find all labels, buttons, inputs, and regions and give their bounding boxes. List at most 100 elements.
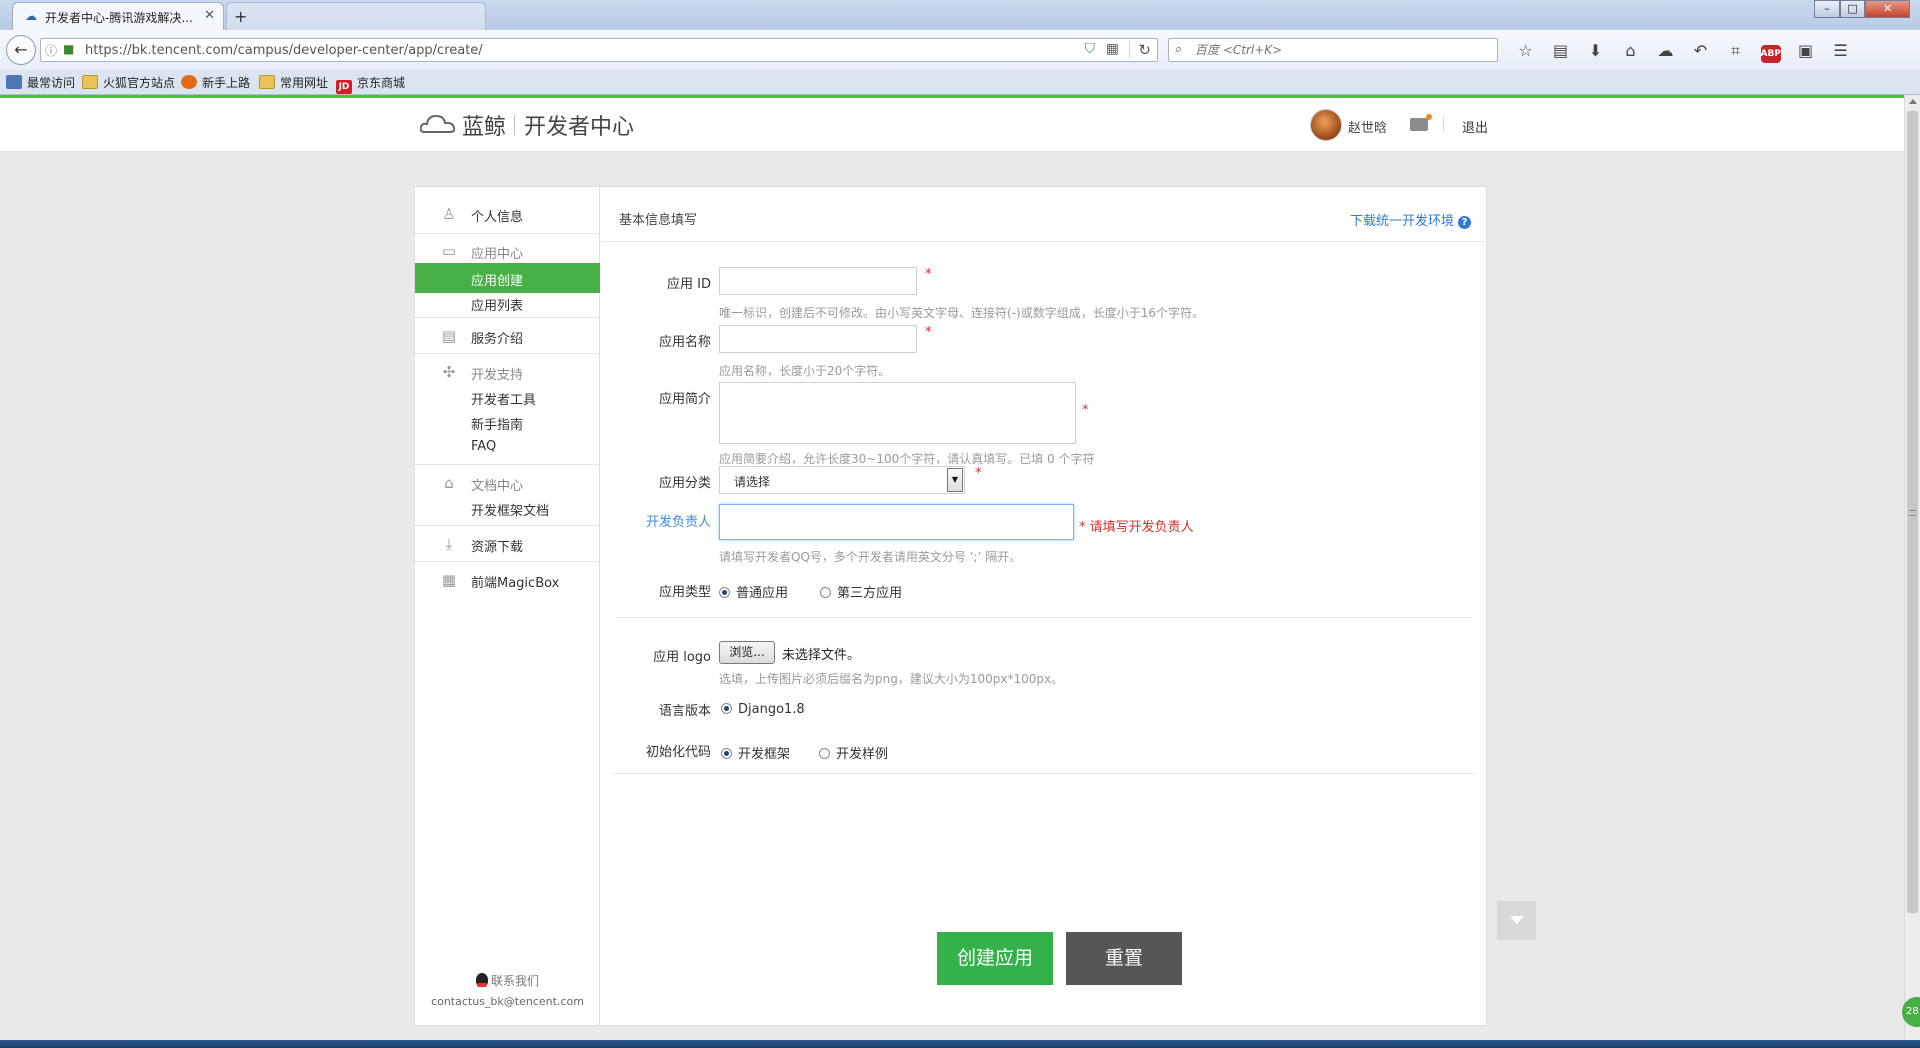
shop-icon: ⌂ [444,474,454,492]
divider [615,617,1473,618]
new-tab-icon[interactable]: + [234,7,247,26]
bookmark-firefox-site[interactable]: 火狐官方站点 [82,74,175,92]
app-intro-label: 应用简介 [658,392,711,407]
app-id-input[interactable] [719,267,917,295]
sidebar-item-app-list[interactable]: 应用列表 [415,288,600,318]
bookmark-most-visited[interactable]: 最常访问 [6,74,75,92]
reload-icon[interactable]: ↻ [1129,41,1151,59]
form-content: 基本信息填写 下载统一开发环境? 应用 ID * 唯一标识，创建后不可修改。由小… [601,187,1487,1025]
app-category-selected: 请选择 [734,475,771,489]
close-icon[interactable]: ✕ [204,8,215,23]
page: 蓝鲸 开发者中心 赵世晗 退出 ♙ 个人信息 ▭ 应用中心 应用创建 应用列表 … [0,95,1904,1048]
home-icon[interactable]: ⌂ [1613,41,1648,61]
app-category-label: 应用分类 [658,476,711,491]
download-dev-env-link[interactable]: 下载统一开发环境? [1350,210,1471,229]
minimize-icon[interactable]: – [1814,0,1840,18]
sidebar-item-faq[interactable]: FAQ [415,432,600,462]
app-logo-label: 应用 logo [653,650,711,665]
sidebar-item-resource-download[interactable]: ⤓ 资源下载 [415,529,600,559]
sidebar-item-framework-doc[interactable]: 开发框架文档 [415,493,600,523]
cloud-icon: ☁ [25,9,37,23]
required-mark: * [925,325,932,340]
info-icon[interactable]: ⓘ [45,42,61,59]
bookmark-common-sites[interactable]: 常用网址 [259,74,328,92]
chat-icon[interactable]: ☁ [1648,41,1683,61]
page-scrollbar[interactable] [1904,95,1920,1048]
logout-link[interactable]: 退出 [1462,117,1488,136]
user-name[interactable]: 赵世晗 [1348,117,1387,136]
sidebar-item-personal-info[interactable]: ♙ 个人信息 [415,199,600,229]
url-bar[interactable]: ⓘ ■ https://bk.tencent.com/campus/develo… [40,38,1158,62]
qr-code-icon[interactable]: ▦ [1106,41,1119,57]
bookmark-beginner[interactable]: 新手上路 [181,74,250,92]
help-icon[interactable]: ? [1458,216,1471,229]
browse-file-button[interactable]: 浏览... [719,641,775,664]
sidebar-group-dev-support: ✣ 开发支持 开发者工具 新手指南 FAQ [415,354,600,465]
search-bar[interactable]: ⌕ [1168,38,1498,62]
divider [613,773,1475,774]
scroll-up-arrow-icon[interactable] [1909,99,1917,104]
scroll-down-button[interactable] [1497,901,1536,940]
create-app-button[interactable]: 创建应用 [937,932,1053,985]
sidebar-item-service-intro[interactable]: ▤ 服务介绍 [415,321,600,351]
tab-inactive[interactable] [226,2,486,30]
screenshot-icon[interactable]: ▣ [1788,41,1823,61]
main-panel: ♙ 个人信息 ▭ 应用中心 应用创建 应用列表 ▤ 服务介绍 ✣ 开发支持 开发… [414,186,1487,1026]
developer-input[interactable] [719,504,1074,540]
chevron-down-icon[interactable]: ▼ [947,468,963,492]
undo-icon[interactable]: ↶ [1683,41,1718,61]
init-code-label: 初始化代码 [645,745,711,760]
content-header: 基本信息填写 下载统一开发环境? [601,187,1487,242]
developer-label: 开发负责人 [645,515,711,530]
bookmark-jd[interactable]: JD 京东商城 [336,74,405,94]
app-intro-textarea[interactable] [719,382,1076,444]
reset-button[interactable]: 重置 [1066,932,1182,985]
sidebar-group-service: ▤ 服务介绍 [415,318,600,354]
mail-icon[interactable] [1410,114,1432,131]
avatar[interactable] [1310,109,1342,141]
back-arrow-icon[interactable]: ← [6,35,36,65]
search-input[interactable] [1195,42,1485,58]
navigation-bar: ← ⓘ ■ https://bk.tencent.com/campus/deve… [0,30,1920,70]
app-id-hint: 唯一标识，创建后不可修改。由小写英文字母、连接符(-)或数字组成，长度小于16个… [719,306,1204,320]
url-text[interactable]: https://bk.tencent.com/campus/developer-… [85,43,483,58]
cloud-logo-icon [420,114,456,133]
lock-icon: ■ [63,42,75,56]
window-close-icon[interactable]: ✕ [1865,0,1910,18]
section-title: 基本信息填写 [619,213,698,228]
app-name-input[interactable] [719,325,917,353]
qq-icon [475,973,488,987]
adblock-icon[interactable]: ABP [1753,41,1788,63]
download-icon[interactable]: ⬇ [1578,41,1613,61]
app-type-normal-radio[interactable]: 普通应用 [719,582,788,601]
sidebar-group-personal: ♙ 个人信息 [415,187,600,234]
language-label: 语言版本 [658,704,711,719]
app-name-hint: 应用名称，长度小于20个字符。 [719,364,891,378]
document-icon: ▤ [441,327,457,345]
menu-icon[interactable]: ☰ [1823,41,1858,61]
sidebar-item-magicbox[interactable]: ▦ 前端MagicBox [415,565,600,595]
maximize-icon[interactable]: □ [1839,0,1866,18]
required-mark: * [925,267,932,282]
init-code-sample-radio[interactable]: 开发样例 [819,743,888,762]
inbox-icon: ▭ [441,242,457,260]
required-mark: * [1082,403,1089,418]
required-mark: * [975,466,982,481]
init-code-framework-radio[interactable]: 开发框架 [721,743,790,762]
crop-icon[interactable]: ⌗ [1718,41,1753,61]
shield-icon[interactable]: ⛉ [1085,41,1096,57]
bookmark-star-icon[interactable]: ☆ [1508,41,1543,61]
header-separator [1443,116,1444,132]
app-category-select[interactable]: 请选择 ▼ [719,466,965,494]
tab-strip: ☁ 开发者中心-腾讯游戏解决... ✕ + – □ ✕ [0,0,1920,30]
app-intro-hint: 应用简要介绍，允许长度30~100个字符，请认真填写。已填 0 个字符 [719,452,1095,466]
tab-active[interactable]: ☁ 开发者中心-腾讯游戏解决... ✕ [12,2,224,30]
reading-list-icon[interactable]: ▤ [1543,41,1578,61]
contact-us-link[interactable]: 联系我们 [415,972,600,989]
language-django-radio[interactable]: Django1.8 [721,702,805,717]
bookmarks-bar: 最常访问 火狐官方站点 新手上路 常用网址 JD 京东商城 [0,70,1920,95]
logo-text[interactable]: 蓝鲸 [462,109,506,141]
developer-error: * 请填写开发负责人 [1079,520,1194,535]
app-type-third-party-radio[interactable]: 第三方应用 [820,582,902,601]
sidebar-group-magicbox: ▦ 前端MagicBox [415,562,600,599]
